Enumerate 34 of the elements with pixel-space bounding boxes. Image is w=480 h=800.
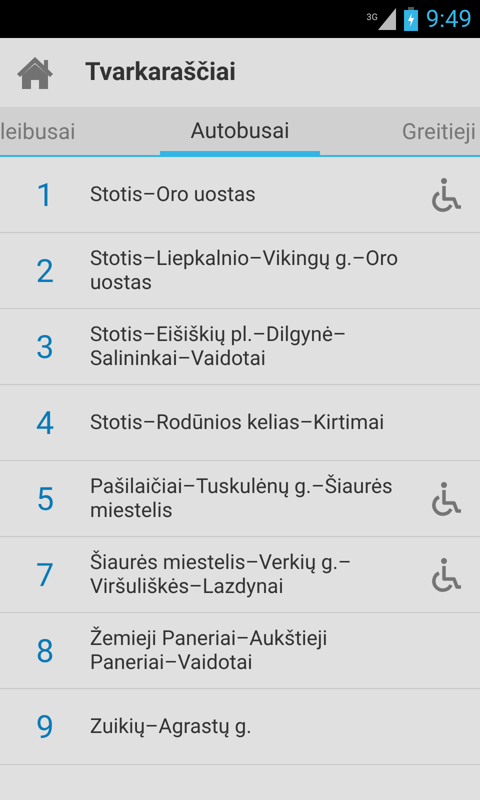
route-number: 7 xyxy=(35,558,55,590)
route-number: 8 xyxy=(35,634,55,666)
wheelchair-icon xyxy=(432,176,462,212)
route-row[interactable]: 9 Zuikių–Agrastų g. xyxy=(0,689,480,765)
route-row[interactable]: 3 Stotis–Eišiškių pl.–Dilgynė–Salininkai–Vaidotai xyxy=(0,309,480,385)
route-name: Šiaurės miestelis–Verkių g.–Viršuliškės–Lazdynai xyxy=(90,550,352,598)
battery-icon xyxy=(404,7,418,31)
route-name: Stotis–Eišiškių pl.–Dilgynė–Salininkai–Vaidotai xyxy=(90,322,348,370)
route-number: 3 xyxy=(35,330,55,362)
route-number: 2 xyxy=(35,254,55,286)
tab[interactable]: Autobusai xyxy=(160,107,320,157)
network-type: 3G xyxy=(366,14,378,23)
route-number: 4 xyxy=(35,406,55,438)
route-row[interactable]: 8 Žemieji Paneriai–Aukštieji Paneriai–Vaidotai xyxy=(0,613,480,689)
wheelchair-icon xyxy=(432,556,462,592)
home-icon[interactable] xyxy=(16,56,54,90)
route-number: 9 xyxy=(35,710,55,742)
wheelchair-icon xyxy=(432,480,462,516)
route-number: 1 xyxy=(35,178,55,210)
route-name: Zuikių–Agrastų g. xyxy=(90,714,253,738)
app-title: Tvarkaraščiai xyxy=(85,56,236,89)
route-name: Pašilaičiai–Tuskulėnų g.–Šiaurės miestelis xyxy=(90,474,394,522)
route-row[interactable]: 4 Stotis–Rodūnios kelias–Kirtimai xyxy=(0,385,480,461)
route-row[interactable]: 2 Stotis–Liepkalnio–Vikingų g.–Oro uostas xyxy=(0,233,480,309)
signal-icon xyxy=(378,8,396,30)
route-row[interactable]: 5 Pašilaičiai–Tuskulėnų g.–Šiaurės miestelis xyxy=(0,461,480,537)
clock: 9:49 xyxy=(426,7,472,31)
route-row[interactable]: 7 Šiaurės miestelis–Verkių g.–Viršuliškės–Lazdynai xyxy=(0,537,480,613)
route-name: Stotis–Oro uostas xyxy=(90,182,257,206)
route-name: Stotis–Liepkalnio–Vikingų g.–Oro uostas xyxy=(90,246,400,294)
route-number: 5 xyxy=(35,482,55,514)
route-name: Stotis–Rodūnios kelias–Kirtimai xyxy=(90,410,386,434)
route-row[interactable]: 1 Stotis–Oro uostas xyxy=(0,157,480,233)
route-name: Žemieji Paneriai–Aukštieji Paneriai–Vaidotai xyxy=(90,626,328,674)
